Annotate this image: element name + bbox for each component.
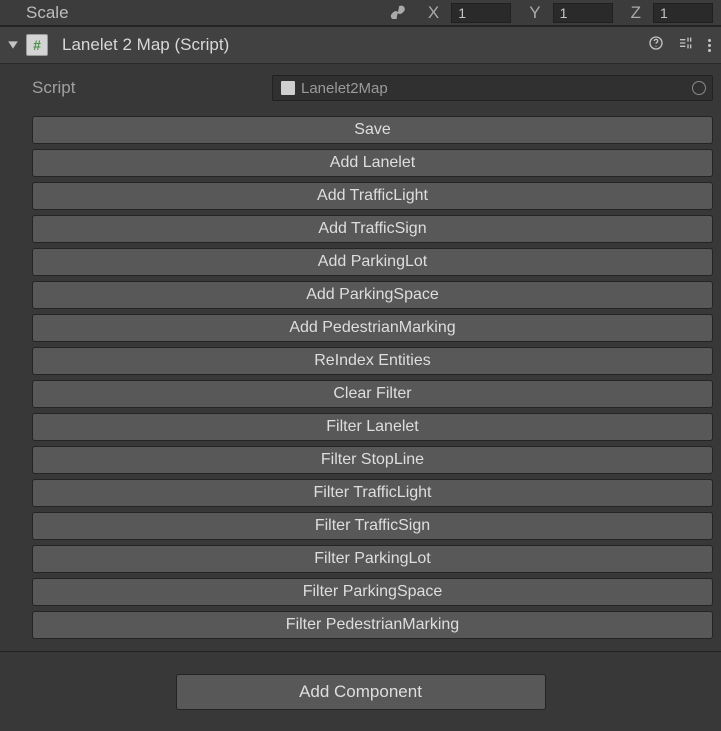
script-field-row: Script Lanelet2Map — [32, 74, 713, 102]
action-button-filter-stopline[interactable]: Filter StopLine — [32, 446, 713, 474]
action-button-filter-lanelet[interactable]: Filter Lanelet — [32, 413, 713, 441]
action-button-clear-filter[interactable]: Clear Filter — [32, 380, 713, 408]
context-menu-icon[interactable] — [708, 39, 711, 52]
action-button-add-trafficsign[interactable]: Add TrafficSign — [32, 215, 713, 243]
action-button-filter-trafficsign[interactable]: Filter TrafficSign — [32, 512, 713, 540]
action-button-add-parkinglot[interactable]: Add ParkingLot — [32, 248, 713, 276]
action-button-filter-parkinglot[interactable]: Filter ParkingLot — [32, 545, 713, 573]
csharp-mini-icon — [281, 81, 295, 95]
action-button-filter-parkingspace[interactable]: Filter ParkingSpace — [32, 578, 713, 606]
link-icon[interactable] — [390, 5, 410, 21]
action-button-add-lanelet[interactable]: Add Lanelet — [32, 149, 713, 177]
action-button-add-pedestrianmarking[interactable]: Add PedestrianMarking — [32, 314, 713, 342]
preset-icon[interactable] — [678, 35, 694, 56]
scale-x-field[interactable] — [451, 3, 511, 23]
script-object-value: Lanelet2Map — [301, 80, 388, 97]
footer: Add Component — [0, 651, 721, 731]
action-button-add-trafficlight[interactable]: Add TrafficLight — [32, 182, 713, 210]
action-button-add-parkingspace[interactable]: Add ParkingSpace — [32, 281, 713, 309]
scale-y-field[interactable] — [553, 3, 613, 23]
action-button-filter-trafficlight[interactable]: Filter TrafficLight — [32, 479, 713, 507]
axis-x-label: X — [428, 3, 439, 23]
action-button-reindex-entities[interactable]: ReIndex Entities — [32, 347, 713, 375]
button-column: Save Add Lanelet Add TrafficLight Add Traff… — [8, 116, 713, 639]
action-button-save[interactable]: Save — [32, 116, 713, 144]
script-icon: # — [26, 34, 48, 56]
component-body: Script Lanelet2Map Save Add Lanelet Add Tr… — [0, 64, 721, 651]
foldout-toggle[interactable] — [6, 38, 20, 52]
axis-y-label: Y — [529, 3, 540, 23]
scale-label: Scale — [8, 3, 69, 23]
component-title: Lanelet 2 Map (Script) — [62, 35, 648, 55]
component-header: # Lanelet 2 Map (Script) — [0, 26, 721, 64]
script-object-field[interactable]: Lanelet2Map — [272, 75, 713, 101]
script-field-label: Script — [32, 78, 272, 98]
scale-row: Scale X Y Z — [0, 0, 721, 26]
object-picker-icon[interactable] — [692, 81, 706, 95]
help-icon[interactable] — [648, 35, 664, 56]
axis-z-label: Z — [631, 3, 641, 23]
scale-z-field[interactable] — [653, 3, 713, 23]
add-component-button[interactable]: Add Component — [176, 674, 546, 710]
action-button-filter-pedestrianmarking[interactable]: Filter PedestrianMarking — [32, 611, 713, 639]
